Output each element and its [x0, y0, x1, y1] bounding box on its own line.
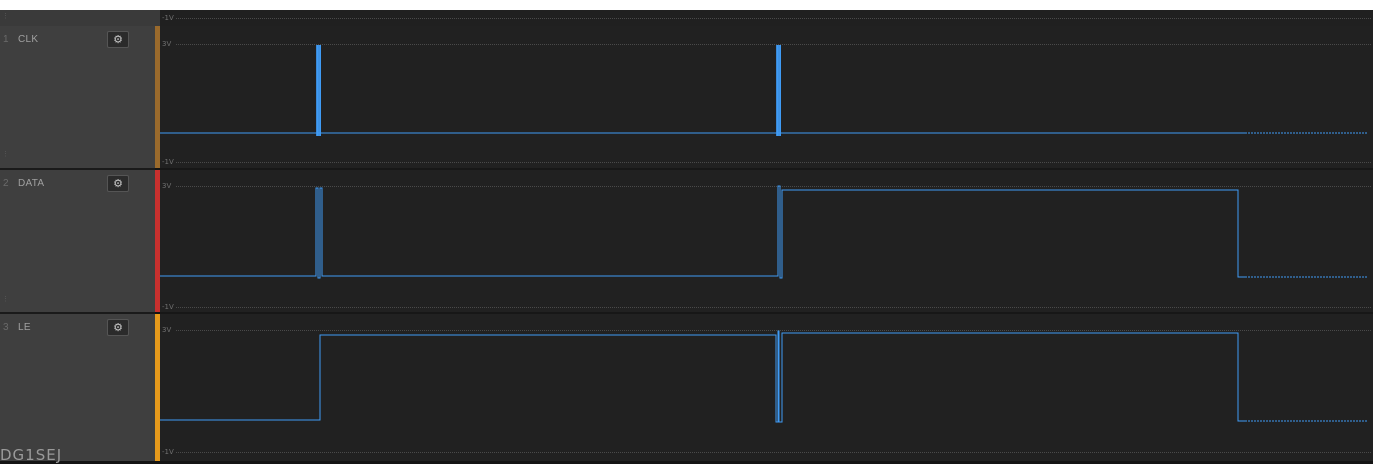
clk-burst-1	[316, 45, 321, 136]
data-waveform	[160, 185, 1245, 279]
clk-burst-2	[776, 45, 781, 136]
watermark-text: DG1SEJ	[0, 446, 63, 464]
le-waveform	[160, 330, 1245, 423]
waveform-traces	[160, 45, 1368, 423]
